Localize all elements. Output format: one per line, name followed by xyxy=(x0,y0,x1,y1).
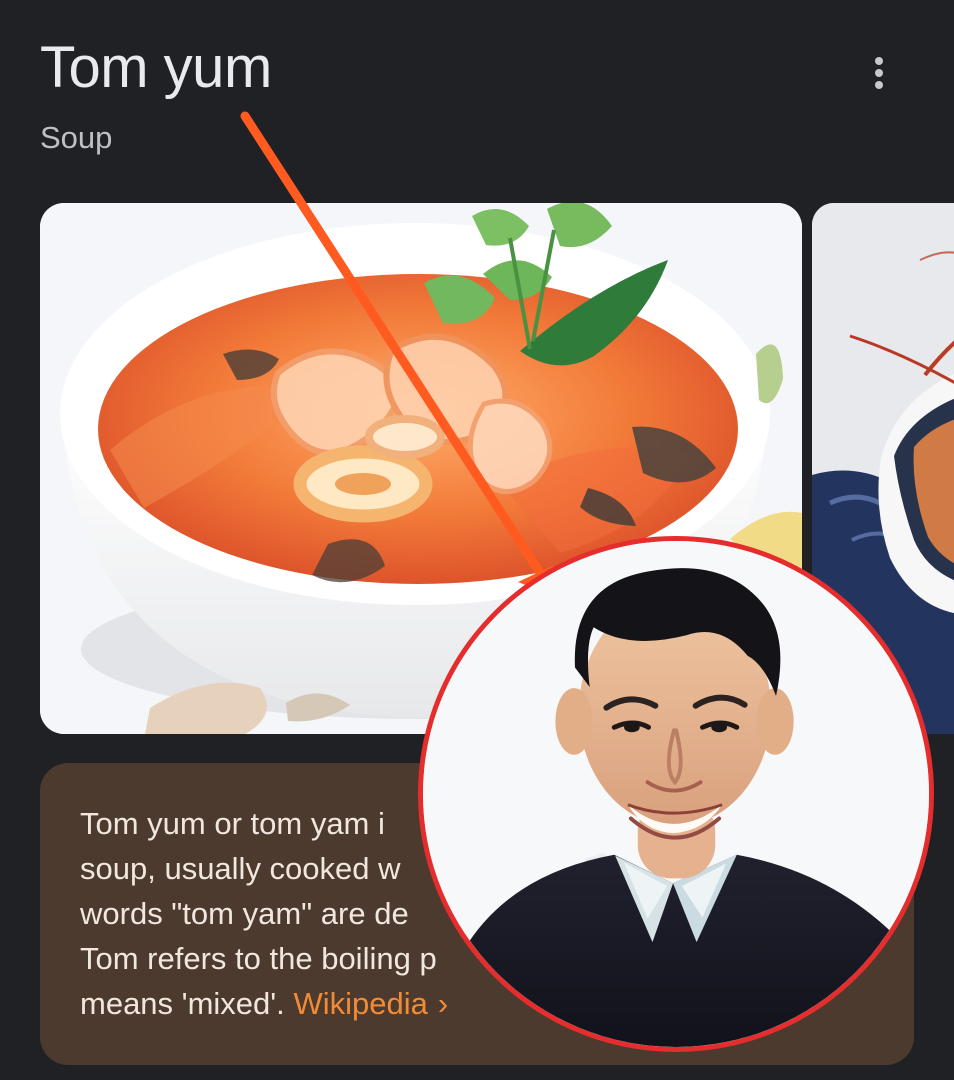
more-vert-icon xyxy=(875,57,883,89)
chevron-right-icon: › xyxy=(437,986,449,1021)
entity-subtitle: Soup xyxy=(40,120,113,155)
description-line: means 'mixed'. xyxy=(80,986,285,1021)
source-label: Wikipedia xyxy=(293,986,428,1021)
portrait-circle xyxy=(418,536,934,1052)
description-line: Tom refers to the boiling p xyxy=(80,941,437,976)
description-line: Tom yum or tom yam i xyxy=(80,806,385,841)
knowledge-panel-header: Tom yum Soup xyxy=(40,30,900,170)
description-line: soup, usually cooked w xyxy=(80,851,401,886)
more-options-button[interactable] xyxy=(858,52,900,94)
description-line: words "tom yam" are de xyxy=(80,896,409,931)
portrait-image xyxy=(423,541,929,1047)
wikipedia-link[interactable]: Wikipedia › xyxy=(293,986,448,1021)
page-title: Tom yum xyxy=(40,35,272,100)
